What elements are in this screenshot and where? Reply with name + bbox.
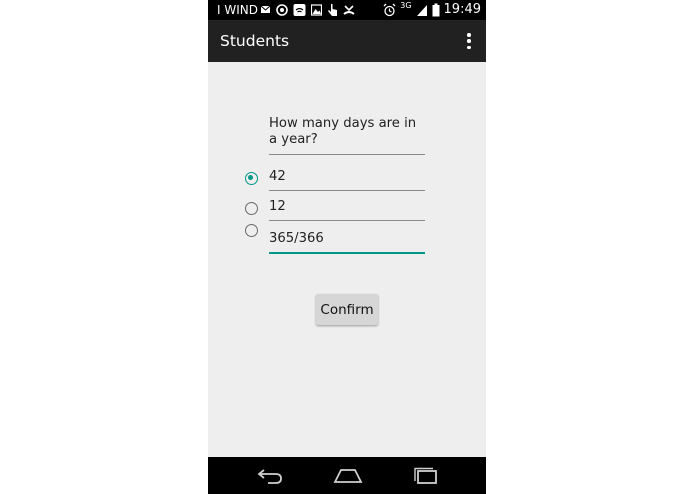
- battery-icon: [432, 3, 440, 17]
- answer-radio-1[interactable]: [245, 172, 258, 185]
- navigation-bar: [208, 457, 486, 494]
- answer-radio-3[interactable]: [245, 224, 258, 237]
- overflow-dot: [467, 45, 471, 49]
- answer-field-3[interactable]: 365/366: [269, 228, 425, 254]
- answer-radio-2[interactable]: [245, 202, 258, 215]
- overflow-dot: [467, 39, 471, 43]
- phone-screen: I WIND 3G 19:49 Students How many days a…: [208, 0, 486, 494]
- back-icon[interactable]: [256, 467, 284, 485]
- gallery-icon: [311, 4, 322, 16]
- home-icon[interactable]: [333, 467, 363, 485]
- notification-icons: [260, 3, 355, 17]
- recent-apps-icon[interactable]: [412, 467, 438, 485]
- action-bar: Students: [208, 20, 486, 62]
- status-right-group: 3G 19:49: [383, 0, 481, 20]
- answer-row: 42: [244, 166, 426, 192]
- overflow-dot: [467, 33, 471, 37]
- touch-icon: [328, 4, 337, 16]
- status-clock: 19:49: [443, 2, 481, 17]
- whatsapp-icon: [276, 4, 288, 16]
- app-title: Students: [220, 32, 290, 50]
- answer-field-2[interactable]: 12: [269, 196, 425, 221]
- wifi-icon: [293, 4, 306, 16]
- signal-icon: [416, 5, 427, 16]
- mail-notification-icon: [260, 5, 271, 13]
- overflow-menu-icon[interactable]: [466, 33, 472, 49]
- carrier-label: I WIND: [217, 3, 258, 17]
- answer-field-1[interactable]: 42: [269, 166, 425, 191]
- answer-row: 12: [244, 196, 426, 222]
- alarm-icon: [383, 3, 396, 17]
- confirm-button[interactable]: Confirm: [316, 294, 378, 325]
- missed-call-icon: [343, 5, 355, 15]
- question-field[interactable]: How many days are in a year?: [269, 116, 425, 155]
- network-type-label: 3G: [400, 1, 412, 10]
- answer-row: 365/366: [244, 224, 426, 254]
- status-bar: I WIND 3G 19:49: [208, 0, 486, 20]
